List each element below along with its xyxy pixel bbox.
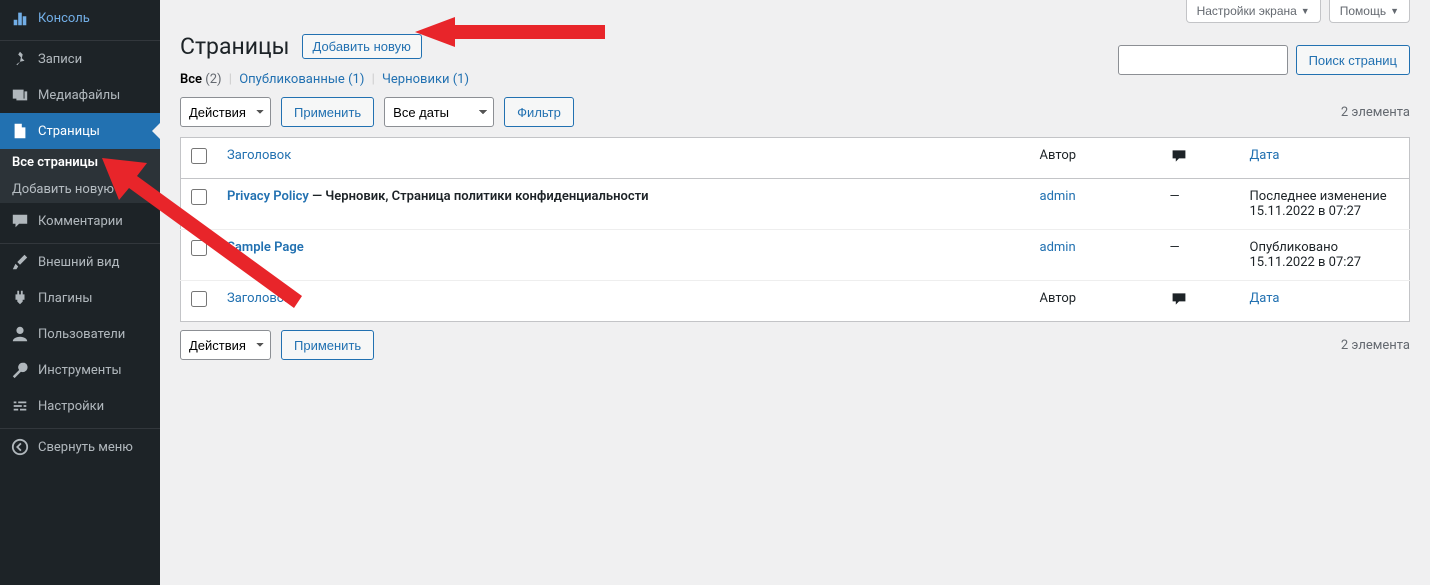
row-title-link[interactable]: Sample Page	[227, 240, 304, 255]
row-checkbox[interactable]	[191, 189, 207, 205]
filter-all-label[interactable]: Все	[180, 72, 202, 87]
page-title: Страницы	[180, 33, 290, 60]
plugin-icon	[10, 288, 30, 308]
sidebar-item-plugins[interactable]: Плагины	[0, 280, 160, 316]
main-content: Настройки экрана ▼ Помощь ▼ Страницы Доб…	[160, 0, 1430, 585]
col-author-header: Автор	[1030, 138, 1160, 179]
chevron-down-icon: ▼	[1390, 6, 1399, 16]
sidebar-submenu-pages: Все страницы Добавить новую	[0, 149, 160, 203]
dashboard-icon	[10, 8, 30, 28]
sidebar-item-media[interactable]: Медиафайлы	[0, 77, 160, 113]
sidebar-subitem-add-new[interactable]: Добавить новую	[0, 176, 160, 203]
sidebar-label: Страницы	[38, 124, 100, 139]
sidebar-subitem-all-pages[interactable]: Все страницы	[0, 149, 160, 176]
sidebar-item-appearance[interactable]: Внешний вид	[0, 244, 160, 280]
row-author-link[interactable]: admin	[1040, 189, 1076, 204]
search-input[interactable]	[1118, 45, 1288, 75]
table-row: Sample Page admin — Опубликовано15.11.20…	[181, 230, 1410, 281]
pages-table: Заголовок Автор Дата Privacy Policy — Че…	[180, 137, 1410, 322]
sidebar-item-dashboard[interactable]: Консоль	[0, 0, 160, 36]
row-date: Последнее изменение15.11.2022 в 07:27	[1240, 179, 1410, 230]
sidebar-item-comments[interactable]: Комментарии	[0, 203, 160, 239]
sidebar-label: Настройки	[38, 399, 104, 414]
sidebar-item-collapse[interactable]: Свернуть меню	[0, 429, 160, 465]
filter-button[interactable]: Фильтр	[504, 97, 574, 127]
sidebar-label: Внешний вид	[38, 255, 120, 270]
brush-icon	[10, 252, 30, 272]
row-checkbox[interactable]	[191, 240, 207, 256]
sidebar-label: Записи	[38, 52, 82, 67]
search-button[interactable]: Поиск страниц	[1296, 45, 1410, 75]
sidebar-item-tools[interactable]: Инструменты	[0, 352, 160, 388]
table-row: Privacy Policy — Черновик, Страница поли…	[181, 179, 1410, 230]
sidebar-label: Консоль	[38, 11, 90, 26]
media-icon	[10, 85, 30, 105]
sidebar-item-users[interactable]: Пользователи	[0, 316, 160, 352]
admin-sidebar: Консоль Записи Медиафайлы Страницы Все с…	[0, 0, 160, 585]
row-author-link[interactable]: admin	[1040, 240, 1076, 255]
sidebar-label: Свернуть меню	[38, 440, 133, 455]
help-button[interactable]: Помощь ▼	[1329, 0, 1410, 23]
screen-options-label: Настройки экрана	[1197, 4, 1297, 18]
col-title-header[interactable]: Заголовок	[227, 148, 291, 163]
tablenav-bottom: Действия Применить 2 элемента	[180, 330, 1410, 360]
help-label: Помощь	[1340, 4, 1386, 18]
items-count: 2 элемента	[1341, 105, 1410, 120]
sidebar-item-posts[interactable]: Записи	[0, 41, 160, 77]
collapse-icon	[10, 437, 30, 457]
sidebar-label: Пользователи	[38, 327, 125, 342]
search-row: Поиск страниц	[1118, 45, 1410, 75]
comment-icon	[1170, 291, 1188, 311]
filter-all-count: (2)	[205, 72, 221, 87]
chevron-down-icon: ▼	[1301, 6, 1310, 16]
separator: |	[368, 72, 379, 87]
col-checkbox	[181, 138, 218, 179]
col-title-footer[interactable]: Заголовок	[227, 291, 291, 306]
comment-icon	[1170, 148, 1188, 168]
col-date-header[interactable]: Дата	[1250, 148, 1280, 163]
separator: |	[225, 72, 236, 87]
select-all-checkbox-bottom[interactable]	[191, 291, 207, 307]
sidebar-label: Комментарии	[38, 214, 123, 229]
row-date: Опубликовано15.11.2022 в 07:27	[1240, 230, 1410, 281]
filter-drafts[interactable]: Черновики (1)	[382, 72, 469, 87]
sidebar-label: Инструменты	[38, 363, 122, 378]
row-comments: —	[1160, 230, 1240, 281]
bulk-action-select-bottom[interactable]: Действия	[180, 330, 271, 360]
screen-options-button[interactable]: Настройки экрана ▼	[1186, 0, 1321, 23]
tools-icon	[10, 360, 30, 380]
col-date-footer[interactable]: Дата	[1250, 291, 1280, 306]
sidebar-item-pages[interactable]: Страницы	[0, 113, 160, 149]
add-new-button[interactable]: Добавить новую	[302, 34, 422, 59]
pin-icon	[10, 49, 30, 69]
apply-button-bottom[interactable]: Применить	[281, 330, 374, 360]
sidebar-label: Плагины	[38, 291, 92, 306]
user-icon	[10, 324, 30, 344]
items-count-bottom: 2 элемента	[1341, 338, 1410, 353]
top-buttons: Настройки экрана ▼ Помощь ▼	[180, 0, 1410, 23]
date-filter-select[interactable]: Все даты	[384, 97, 494, 127]
sidebar-item-settings[interactable]: Настройки	[0, 388, 160, 424]
col-comments-footer	[1160, 281, 1240, 322]
pages-icon	[10, 121, 30, 141]
settings-icon	[10, 396, 30, 416]
tablenav-top: Действия Применить Все даты Фильтр 2 эле…	[180, 97, 1410, 127]
apply-button[interactable]: Применить	[281, 97, 374, 127]
col-author-footer: Автор	[1030, 281, 1160, 322]
row-state: — Черновик, Страница политики конфиденци…	[312, 189, 648, 204]
comments-icon	[10, 211, 30, 231]
select-all-checkbox[interactable]	[191, 148, 207, 164]
sidebar-label: Медиафайлы	[38, 88, 120, 103]
col-comments-header	[1160, 138, 1240, 179]
bulk-action-select[interactable]: Действия	[180, 97, 271, 127]
row-title-link[interactable]: Privacy Policy	[227, 189, 309, 204]
row-comments: —	[1160, 179, 1240, 230]
filter-published[interactable]: Опубликованные (1)	[239, 72, 364, 87]
